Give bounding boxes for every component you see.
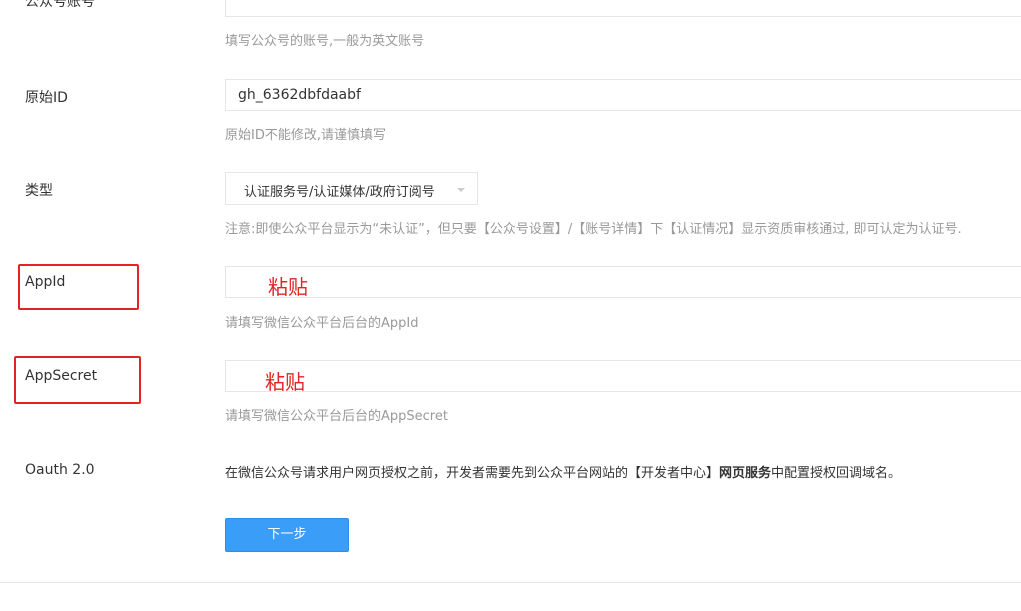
oauth-note-text-end: 中配置授权回调域名。 bbox=[771, 466, 902, 481]
type-select[interactable]: 认证服务号/认证媒体/政府订阅号 bbox=[225, 172, 478, 205]
appsecret-help: 请填写微信公众平台后台的AppSecret bbox=[225, 409, 448, 424]
original-id-label: 原始ID bbox=[25, 90, 68, 106]
account-help: 填写公众号的账号,一般为英文账号 bbox=[225, 34, 425, 49]
oauth-note-text: 在微信公众号请求用户网页授权之前，开发者需要先到公众平台网站的【开发者中心】 bbox=[225, 466, 720, 481]
appsecret-highlight-box bbox=[14, 356, 141, 404]
oauth-note-bold: 网页服务 bbox=[719, 466, 772, 481]
appid-highlight-box bbox=[18, 264, 139, 310]
paste-annotation-appid: 粘贴 bbox=[268, 275, 308, 299]
appid-input[interactable] bbox=[225, 266, 1021, 298]
type-select-value: 认证服务号/认证媒体/政府订阅号 bbox=[244, 185, 435, 200]
oauth-note: 在微信公众号请求用户网页授权之前，开发者需要先到公众平台网站的【开发者中心】网页… bbox=[225, 462, 901, 481]
original-id-help: 原始ID不能修改,请谨慎填写 bbox=[225, 128, 386, 143]
account-input[interactable] bbox=[225, 0, 1021, 17]
bottom-divider bbox=[0, 582, 1021, 583]
next-step-button[interactable]: 下一步 bbox=[225, 518, 349, 552]
chevron-down-icon bbox=[457, 188, 465, 192]
paste-annotation-appsecret: 粘贴 bbox=[265, 370, 305, 394]
appsecret-input[interactable] bbox=[225, 360, 1021, 392]
appid-help: 请填写微信公众平台后台的AppId bbox=[225, 316, 419, 331]
original-id-input[interactable]: gh_6362dbfdaabf bbox=[225, 79, 1021, 111]
original-id-value: gh_6362dbfdaabf bbox=[238, 87, 361, 103]
oauth-label: Oauth 2.0 bbox=[25, 462, 95, 478]
account-label: 公众号账号 bbox=[25, 0, 95, 10]
type-help: 注意:即使公众平台显示为“未认证”，但只要【公众号设置】/【账号详情】下【认证情… bbox=[225, 222, 962, 237]
type-label: 类型 bbox=[25, 183, 53, 199]
